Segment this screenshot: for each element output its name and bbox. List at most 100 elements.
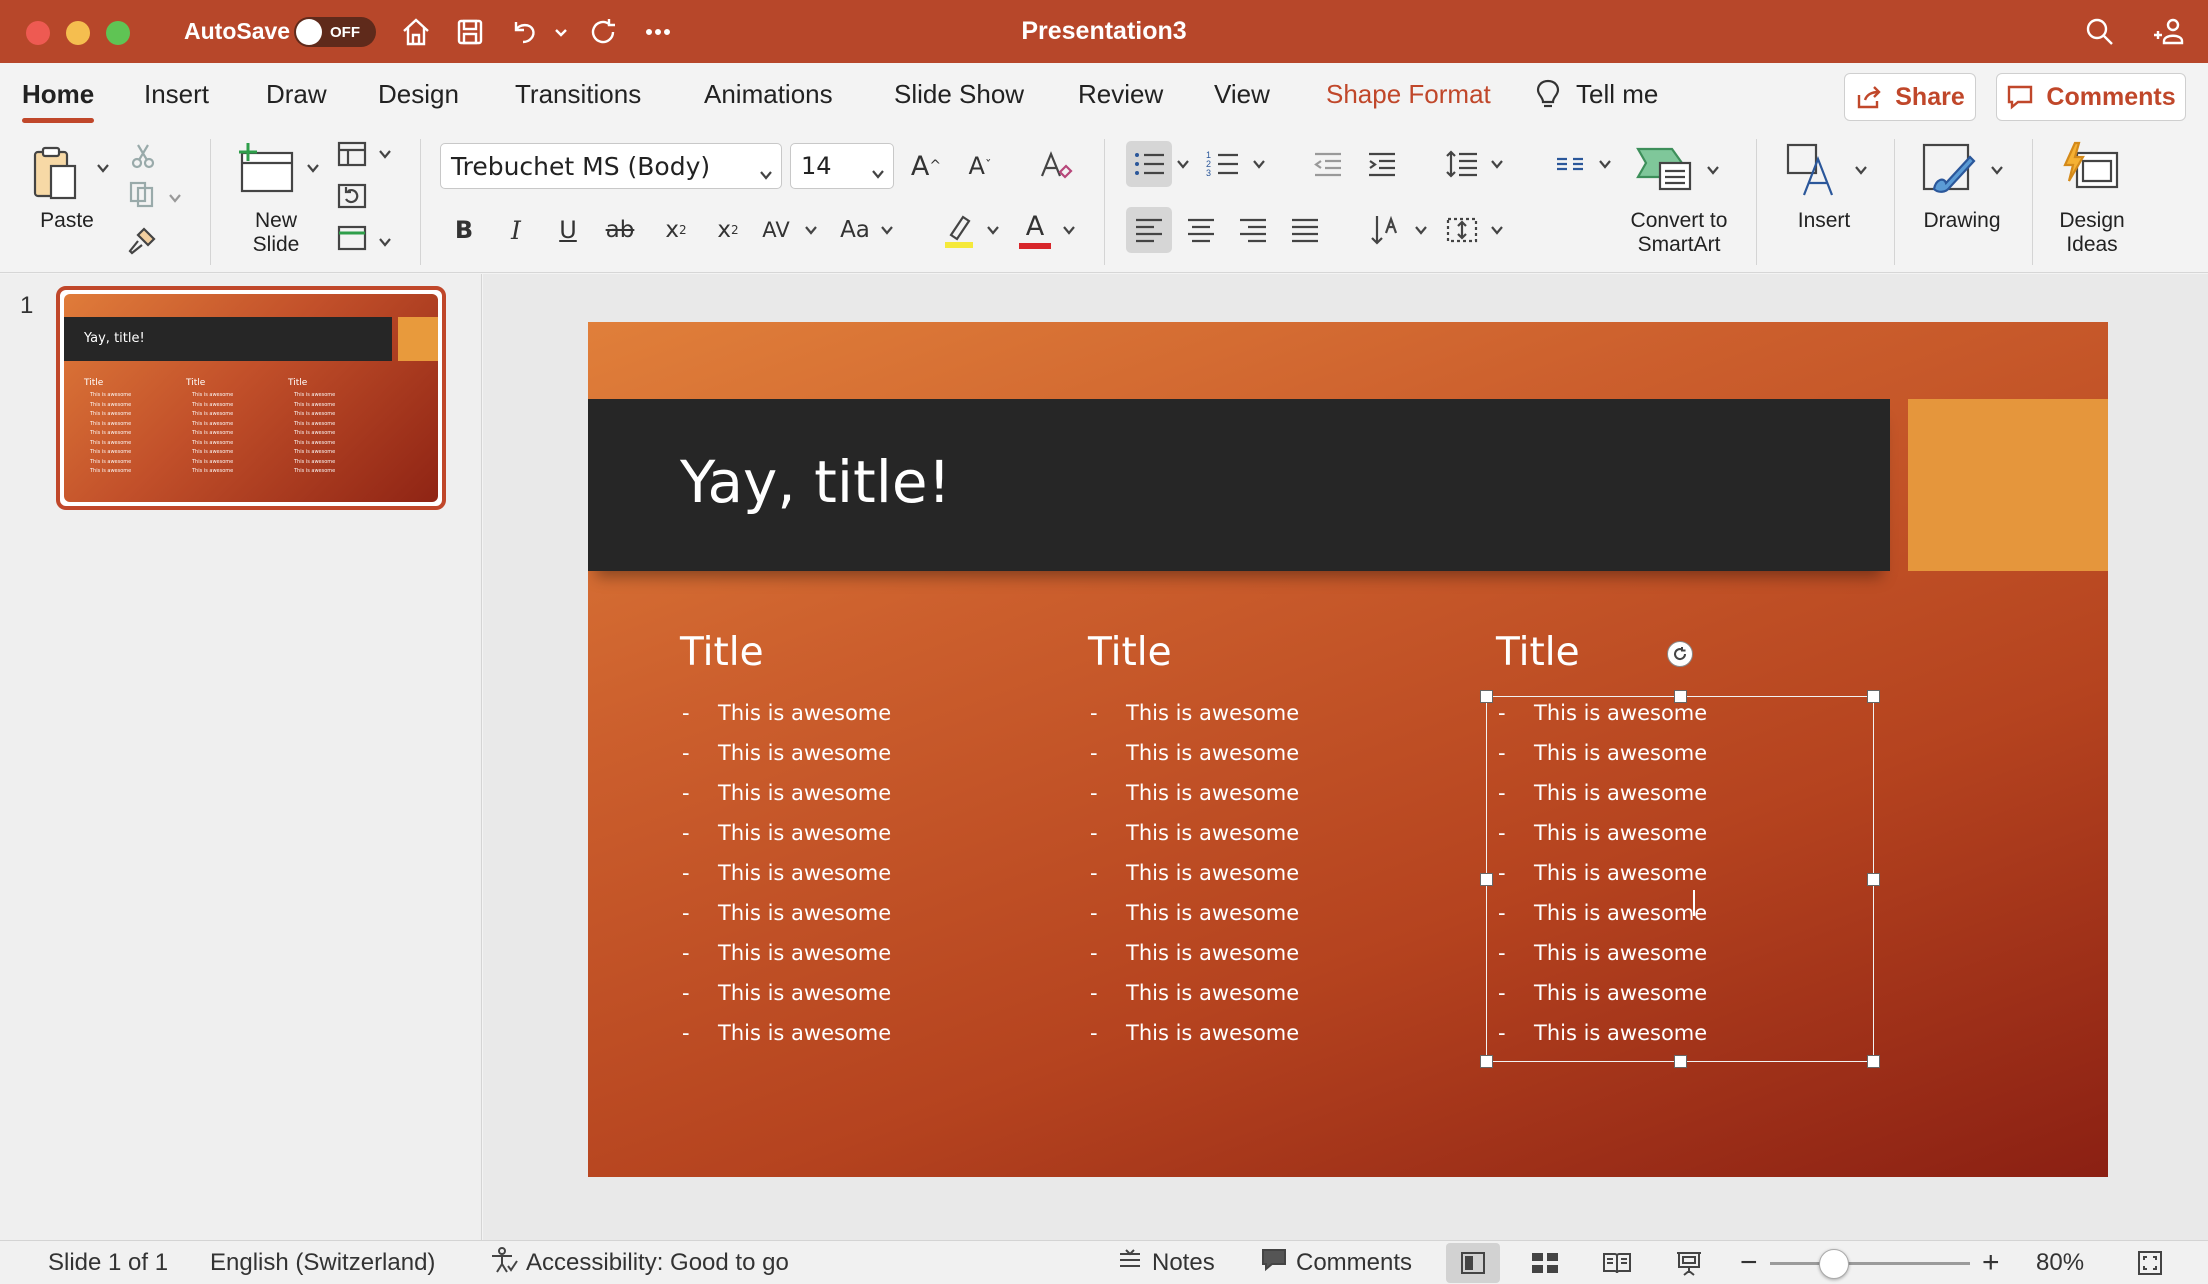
font-size-select[interactable]: 14 [790, 143, 894, 189]
resize-handle-n[interactable] [1674, 690, 1687, 703]
column-title[interactable]: Title [1088, 630, 1299, 675]
columns-chevron-icon[interactable] [1598, 157, 1612, 171]
align-right-icon[interactable] [1230, 207, 1276, 253]
reading-view-button[interactable] [1590, 1243, 1644, 1283]
content-column-1[interactable]: Title - This is awesome - This is awesome … [680, 630, 891, 1053]
bullet-text[interactable]: This is awesome [718, 821, 891, 845]
bullet-text[interactable]: This is awesome [1126, 1021, 1299, 1045]
normal-view-button[interactable] [1446, 1243, 1500, 1283]
layout-chevron-icon[interactable] [378, 147, 392, 161]
close-window-button[interactable] [26, 21, 50, 45]
tab-view[interactable]: View [1214, 63, 1270, 125]
column-title[interactable]: Title [680, 630, 891, 675]
highlight-chevron-icon[interactable] [986, 223, 1000, 237]
tab-home[interactable]: Home [22, 63, 95, 125]
font-name-select[interactable]: Trebuchet MS (Body) [440, 143, 782, 189]
justify-icon[interactable] [1282, 207, 1328, 253]
notes-button[interactable]: Notes [1116, 1241, 1215, 1284]
save-icon[interactable] [450, 12, 490, 52]
content-column-2[interactable]: Title - This is awesome - This is awesome … [1088, 630, 1299, 1053]
bullet-text[interactable]: This is awesome [718, 741, 891, 765]
resize-handle-sw[interactable] [1480, 1055, 1493, 1068]
bullet-text[interactable]: This is awesome [1126, 821, 1299, 845]
resize-handle-ne[interactable] [1867, 690, 1880, 703]
rotate-handle-icon[interactable] [1667, 641, 1693, 667]
copy-icon[interactable] [124, 177, 160, 211]
align-center-icon[interactable] [1178, 207, 1224, 253]
tab-insert[interactable]: Insert [144, 63, 209, 125]
paste-button[interactable] [26, 141, 86, 207]
resize-handle-nw[interactable] [1480, 690, 1493, 703]
bullet-text[interactable]: This is awesome [718, 701, 891, 725]
decrease-indent-icon[interactable] [1308, 141, 1348, 187]
line-spacing-chevron-icon[interactable] [1490, 157, 1504, 171]
fit-to-window-button[interactable] [2120, 1243, 2180, 1283]
highlight-icon[interactable] [940, 207, 978, 253]
section-icon[interactable] [334, 221, 370, 255]
insert-chevron-icon[interactable] [1854, 163, 1868, 177]
slide-canvas[interactable]: Yay, title! Title - This is awesome - This… [588, 322, 2108, 1177]
paste-chevron-icon[interactable] [96, 161, 110, 175]
copy-chevron-icon[interactable] [168, 191, 182, 205]
align-left-icon[interactable] [1126, 207, 1172, 253]
bullet-text[interactable]: This is awesome [718, 981, 891, 1005]
bullet-text[interactable]: This is awesome [718, 901, 891, 925]
bold-button[interactable]: B [446, 207, 482, 253]
tab-animations[interactable]: Animations [704, 63, 833, 125]
zoom-window-button[interactable] [106, 21, 130, 45]
insert-shapes-icon[interactable] [1780, 137, 1846, 203]
align-text-icon[interactable] [1442, 207, 1482, 253]
bullets-chevron-icon[interactable] [1176, 157, 1190, 171]
bullet-text[interactable]: This is awesome [718, 1021, 891, 1045]
tab-shape-format[interactable]: Shape Format [1326, 63, 1491, 125]
zoom-out-button[interactable]: − [1740, 1241, 1758, 1284]
drawing-icon[interactable] [1916, 137, 1982, 203]
new-slide-button[interactable] [230, 137, 300, 203]
slide-title[interactable]: Yay, title! [680, 448, 951, 516]
autosave-toggle[interactable]: OFF [294, 17, 376, 47]
bullet-text[interactable]: This is awesome [1126, 981, 1299, 1005]
zoom-level[interactable]: 80% [2036, 1241, 2084, 1284]
font-color-chevron-icon[interactable] [1062, 223, 1076, 237]
convert-smartart-icon[interactable] [1630, 139, 1700, 199]
language-indicator[interactable]: English (Switzerland) [210, 1241, 435, 1284]
underline-button[interactable]: U [550, 207, 586, 253]
more-icon[interactable] [638, 12, 678, 52]
bullet-text[interactable]: This is awesome [718, 941, 891, 965]
text-direction-chevron-icon[interactable] [1414, 223, 1428, 237]
columns-icon[interactable] [1550, 141, 1590, 187]
strikethrough-button[interactable]: ab [600, 207, 640, 253]
undo-icon[interactable] [504, 12, 544, 52]
tab-draw[interactable]: Draw [266, 63, 327, 125]
clear-formatting-icon[interactable] [1036, 143, 1076, 189]
convert-smartart-chevron-icon[interactable] [1706, 163, 1720, 177]
design-ideas-icon[interactable] [2056, 137, 2126, 203]
bullet-text[interactable]: This is awesome [1126, 861, 1299, 885]
slide-show-button[interactable] [1662, 1243, 1716, 1283]
bullet-text[interactable]: This is awesome [1126, 941, 1299, 965]
numbering-icon[interactable]: 123 [1200, 141, 1246, 187]
tab-review[interactable]: Review [1078, 63, 1163, 125]
character-spacing-button[interactable]: AV [756, 207, 796, 253]
drawing-chevron-icon[interactable] [1990, 163, 2004, 177]
tab-slide-show[interactable]: Slide Show [894, 63, 1024, 125]
resize-handle-s[interactable] [1674, 1055, 1687, 1068]
bullets-icon[interactable] [1126, 141, 1172, 187]
line-spacing-icon[interactable] [1442, 141, 1482, 187]
accessibility-checker[interactable]: Accessibility: Good to go [488, 1241, 789, 1284]
tab-transitions[interactable]: Transitions [515, 63, 641, 125]
search-icon[interactable] [2080, 12, 2120, 52]
profile-icon[interactable] [2148, 12, 2188, 52]
bullet-text[interactable]: This is awesome [718, 781, 891, 805]
resize-handle-w[interactable] [1480, 873, 1493, 886]
comments-button[interactable]: Comments [1996, 73, 2186, 121]
slide-thumbnail[interactable]: Yay, title! Title This is awesome This i… [56, 286, 446, 510]
change-case-button[interactable]: Aa [834, 207, 876, 253]
character-spacing-chevron-icon[interactable] [804, 223, 818, 237]
bullet-text[interactable]: This is awesome [718, 861, 891, 885]
zoom-slider-thumb[interactable] [1819, 1249, 1849, 1279]
tell-me-search[interactable]: Tell me [1534, 63, 1658, 125]
grow-font-button[interactable]: A ^ [906, 143, 946, 189]
resize-handle-se[interactable] [1867, 1055, 1880, 1068]
slide-sorter-button[interactable] [1518, 1243, 1572, 1283]
